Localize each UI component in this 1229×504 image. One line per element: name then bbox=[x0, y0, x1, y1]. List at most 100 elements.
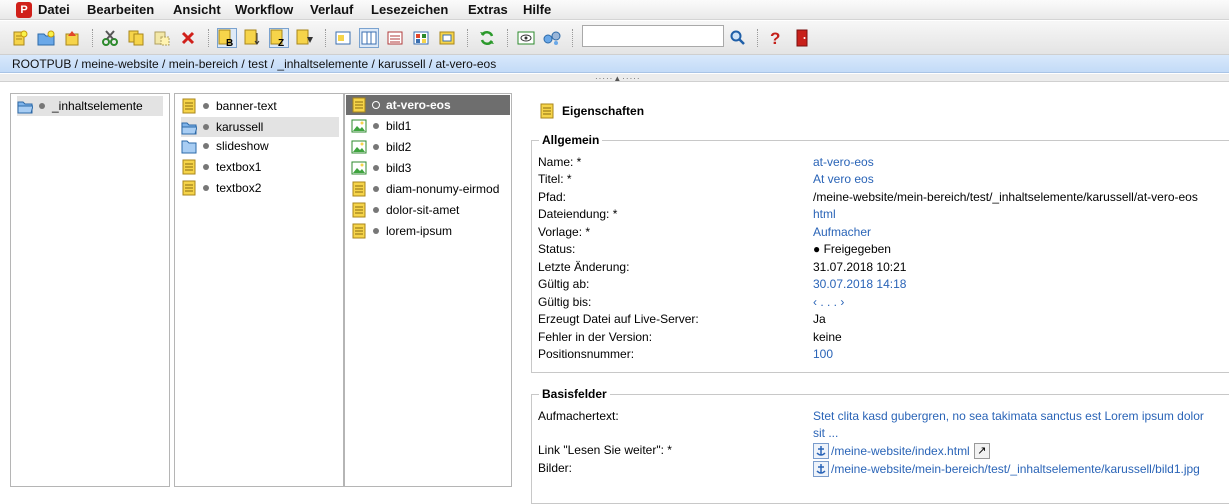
property-label: Vorlage: * bbox=[538, 225, 591, 239]
property-row: Gültig ab: 30.07.2018 14:18 bbox=[538, 277, 1228, 294]
splitter-grip-icon: ·····▲····· bbox=[595, 74, 641, 83]
exit-door-icon[interactable] bbox=[792, 28, 812, 48]
menu-lesezeichen[interactable]: Lesezeichen bbox=[371, 2, 448, 17]
list-item[interactable]: bild1 bbox=[351, 116, 509, 136]
view-preview-icon[interactable] bbox=[333, 28, 353, 48]
folder-column-3: at-vero-eos bild1 bild2 bild3 diam-nonum… bbox=[344, 93, 512, 487]
list-item[interactable]: lorem-ipsum bbox=[351, 221, 509, 241]
property-value: /meine-website/mein-bereich/test/_inhalt… bbox=[813, 190, 1198, 204]
property-value-link[interactable]: html bbox=[813, 207, 836, 221]
list-item-label: diam-nonumy-eirmod bbox=[386, 182, 500, 196]
list-item-selected[interactable]: at-vero-eos bbox=[346, 95, 510, 115]
property-row: Titel: * At vero eos bbox=[538, 172, 1228, 189]
preview-eye-icon[interactable] bbox=[516, 28, 536, 48]
workflow-icon[interactable] bbox=[542, 28, 562, 48]
status-dot bbox=[372, 101, 380, 109]
page-icon bbox=[181, 159, 197, 175]
property-label: Bilder: bbox=[538, 461, 573, 475]
view-details-icon[interactable] bbox=[437, 28, 457, 48]
list-item[interactable]: bild2 bbox=[351, 137, 509, 157]
property-row: Name: * at-vero-eos bbox=[538, 155, 1228, 172]
property-label: Titel: * bbox=[538, 172, 572, 186]
open-link-button[interactable]: ↗ bbox=[973, 443, 990, 459]
list-item-label: karussell bbox=[216, 120, 264, 134]
copy-icon[interactable] bbox=[126, 28, 146, 48]
breadcrumb[interactable]: ROOTPUB / meine-website / mein-bereich /… bbox=[0, 55, 1229, 73]
property-row: Status: ● Freigegeben bbox=[538, 242, 1228, 259]
menu-workflow[interactable]: Workflow bbox=[235, 2, 293, 17]
cut-icon[interactable] bbox=[100, 28, 120, 48]
property-row: Vorlage: * Aufmacher bbox=[538, 225, 1228, 242]
status-dot bbox=[203, 185, 209, 191]
help-icon[interactable]: ? bbox=[766, 28, 786, 48]
property-value-link[interactable]: ‹ . . . › bbox=[813, 295, 844, 309]
properties-title: Eigenschaften bbox=[539, 103, 644, 119]
splitter-handle[interactable]: ·····▲····· bbox=[0, 74, 1229, 83]
properties-title-label: Eigenschaften bbox=[562, 104, 645, 118]
view-columns-icon[interactable] bbox=[359, 28, 379, 48]
link-lesen-sie-weiter[interactable]: /meine-website/index.html bbox=[831, 444, 970, 458]
list-item[interactable]: textbox1 bbox=[181, 157, 339, 177]
image-icon bbox=[351, 139, 367, 155]
status-dot bbox=[203, 124, 209, 130]
list-item[interactable]: slideshow bbox=[181, 136, 339, 156]
menu-bearbeiten[interactable]: Bearbeiten bbox=[87, 2, 154, 17]
folder-open-icon bbox=[17, 98, 34, 114]
property-value-link[interactable]: at-vero-eos bbox=[813, 155, 874, 169]
page-icon bbox=[181, 180, 197, 196]
folder-icon bbox=[181, 138, 197, 154]
property-value-link[interactable]: Stet clita kasd gubergren, no sea takima… bbox=[813, 409, 1204, 423]
property-value-link[interactable]: sit ... bbox=[813, 426, 838, 440]
link-value: /meine-website/index.html ↗ bbox=[813, 443, 990, 459]
list-item-label: textbox2 bbox=[216, 181, 262, 195]
image-icon bbox=[351, 160, 367, 176]
sort-b-icon[interactable]: B bbox=[217, 28, 237, 48]
menu-datei[interactable]: Datei bbox=[38, 2, 70, 17]
folder-column-1: _inhaltselemente bbox=[10, 93, 170, 487]
menu-hilfe[interactable]: Hilfe bbox=[523, 2, 551, 17]
status-dot bbox=[373, 228, 379, 234]
menu-extras[interactable]: Extras bbox=[468, 2, 508, 17]
status-dot bbox=[203, 164, 209, 170]
search-input[interactable] bbox=[582, 25, 724, 47]
list-item[interactable]: _inhaltselemente bbox=[17, 96, 163, 116]
properties-panel: Eigenschaften Allgemein Name: * at-vero-e… bbox=[519, 93, 1229, 504]
paste-icon[interactable] bbox=[152, 28, 172, 48]
search-icon[interactable] bbox=[728, 28, 748, 48]
new-folder-icon[interactable] bbox=[36, 28, 56, 48]
link-bilder[interactable]: /meine-website/mein-bereich/test/_inhalt… bbox=[831, 462, 1200, 476]
list-item-label: lorem-ipsum bbox=[386, 224, 453, 238]
list-item[interactable]: karussell bbox=[181, 117, 339, 137]
sort-tree-icon[interactable] bbox=[243, 28, 263, 48]
toolbar-separator bbox=[572, 29, 573, 47]
property-value: 31.07.2018 10:21 bbox=[813, 260, 907, 274]
list-item[interactable]: textbox2 bbox=[181, 178, 339, 198]
list-item-label: bild3 bbox=[386, 161, 412, 175]
refresh-icon[interactable] bbox=[477, 28, 497, 48]
sort-down-icon[interactable] bbox=[295, 28, 315, 48]
list-item[interactable]: diam-nonumy-eirmod bbox=[351, 179, 509, 199]
list-item[interactable]: dolor-sit-amet bbox=[351, 200, 509, 220]
list-item[interactable]: banner-text bbox=[181, 96, 339, 116]
new-page-icon[interactable] bbox=[10, 28, 30, 48]
delete-icon[interactable] bbox=[178, 28, 198, 48]
sort-z-icon[interactable]: Z bbox=[269, 28, 289, 48]
property-label: Letzte Änderung: bbox=[538, 260, 630, 274]
page-icon bbox=[181, 98, 197, 114]
status-dot bbox=[39, 103, 45, 109]
menu-ansicht[interactable]: Ansicht bbox=[173, 2, 221, 17]
property-value-link[interactable]: At vero eos bbox=[813, 172, 874, 186]
upload-icon[interactable] bbox=[62, 28, 82, 48]
view-tiles-icon[interactable] bbox=[411, 28, 431, 48]
property-row: Letzte Änderung: 31.07.2018 10:21 bbox=[538, 260, 1228, 277]
list-item[interactable]: bild3 bbox=[351, 158, 509, 178]
property-value-link[interactable]: 30.07.2018 14:18 bbox=[813, 277, 906, 291]
view-list-icon[interactable] bbox=[385, 28, 405, 48]
property-value-link[interactable]: 100 bbox=[813, 347, 833, 361]
status-dot bbox=[373, 144, 379, 150]
property-row: Bilder: /meine-website/mein-bereich/test… bbox=[538, 461, 1228, 478]
page-icon bbox=[351, 97, 367, 113]
property-value-link[interactable]: Aufmacher bbox=[813, 225, 871, 239]
property-row: Erzeugt Datei auf Live-Server: Ja bbox=[538, 312, 1228, 329]
menu-verlauf[interactable]: Verlauf bbox=[310, 2, 353, 17]
